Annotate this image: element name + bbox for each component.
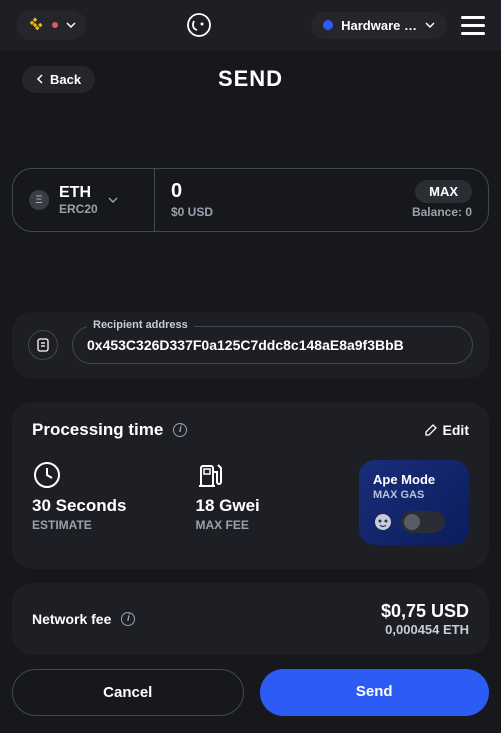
ape-title: Ape Mode xyxy=(373,472,455,487)
send-button[interactable]: Send xyxy=(260,669,490,716)
processing-card: Processing time i Edit 30 Seconds ESTIMA… xyxy=(12,402,489,569)
fee-eth: 0,000454 ETH xyxy=(381,622,469,637)
eth-icon: Ξ xyxy=(29,190,49,210)
chevron-down-icon xyxy=(425,20,435,30)
menu-button[interactable] xyxy=(461,16,485,35)
edit-button[interactable]: Edit xyxy=(425,422,469,438)
gas-value: 18 Gwei xyxy=(196,496,340,516)
wallet-selector[interactable]: Hardware … xyxy=(311,12,447,39)
ape-sub: MAX GAS xyxy=(373,489,455,501)
back-label: Back xyxy=(50,72,81,87)
fee-label: Network fee xyxy=(32,611,111,627)
asset-amount-card: Ξ ETH ERC20 0 MAX $0 USD Balance: 0 xyxy=(12,168,489,232)
amount-fiat: $0 USD xyxy=(171,205,213,219)
time-estimate: 30 Seconds ESTIMATE xyxy=(32,460,176,532)
recipient-field[interactable]: Recipient address 0x453C326D337F0a125C7d… xyxy=(72,326,473,364)
wallet-label: Hardware … xyxy=(341,18,417,33)
gas-pump-icon xyxy=(196,460,226,490)
document-icon xyxy=(36,338,50,352)
time-value: 30 Seconds xyxy=(32,496,176,516)
wallet-dot-icon xyxy=(323,20,333,30)
time-sub: ESTIMATE xyxy=(32,518,176,532)
recipient-card: Recipient address 0x453C326D337F0a125C7d… xyxy=(12,312,489,378)
info-icon[interactable]: i xyxy=(121,612,135,626)
asset-symbol: ETH xyxy=(59,183,98,202)
cancel-button[interactable]: Cancel xyxy=(12,669,244,716)
back-button[interactable]: Back xyxy=(22,66,95,93)
ape-mode-toggle[interactable] xyxy=(401,511,445,533)
address-book-button[interactable] xyxy=(28,330,58,360)
recipient-value: 0x453C326D337F0a125C7ddc8c148aE8a9f3BbB xyxy=(87,337,458,353)
gas-fee: 18 Gwei MAX FEE xyxy=(196,460,340,532)
asset-chain: ERC20 xyxy=(59,202,98,216)
max-button[interactable]: MAX xyxy=(415,180,472,203)
processing-title: Processing time xyxy=(32,420,163,440)
amount-input[interactable]: 0 xyxy=(171,180,182,203)
asset-selector[interactable]: Ξ ETH ERC20 xyxy=(13,169,155,231)
app-logo-icon xyxy=(185,11,213,39)
clock-icon xyxy=(32,460,62,490)
chevron-down-icon xyxy=(66,20,76,30)
gas-sub: MAX FEE xyxy=(196,518,340,532)
info-icon[interactable]: i xyxy=(173,423,187,437)
balance-label: Balance: 0 xyxy=(412,205,472,219)
edit-label: Edit xyxy=(443,422,469,438)
fee-usd: $0,75 USD xyxy=(381,601,469,622)
pencil-icon xyxy=(425,424,437,436)
chevron-left-icon xyxy=(36,74,44,84)
bnb-icon xyxy=(26,16,44,34)
ape-mode-card: Ape Mode MAX GAS xyxy=(359,460,469,545)
ape-icon xyxy=(373,512,393,532)
network-selector[interactable] xyxy=(16,10,86,40)
status-dot-icon xyxy=(52,22,58,28)
recipient-label: Recipient address xyxy=(87,319,194,331)
chevron-down-icon xyxy=(108,195,118,205)
network-fee-card: Network fee i $0,75 USD 0,000454 ETH xyxy=(12,583,489,655)
page-title: SEND xyxy=(218,66,283,92)
